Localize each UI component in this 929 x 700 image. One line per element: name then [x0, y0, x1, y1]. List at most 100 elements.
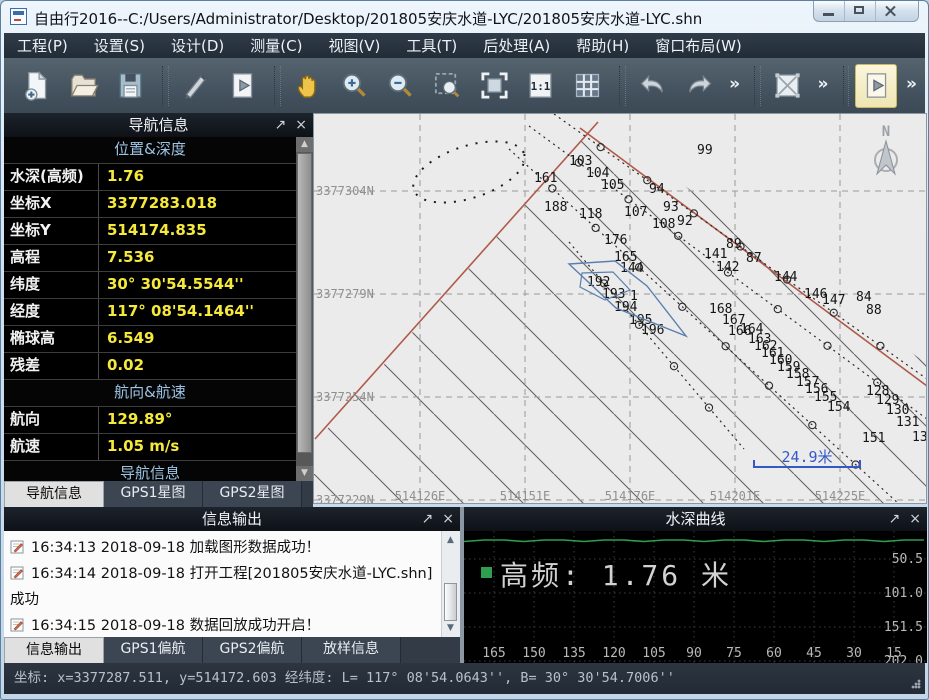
chart-y-tick: 101.0 [884, 586, 923, 601]
playback-button[interactable] [221, 64, 263, 108]
open-project-button[interactable] [63, 64, 105, 108]
nav-tab[interactable]: GPS1星图 [104, 481, 203, 507]
track-point-label: 88 [866, 303, 882, 318]
track-point-label: 142 [716, 260, 739, 275]
depth-legend-label: 高频: 1.76 米 [500, 559, 732, 592]
log-entry-text: 16:34:13 2018-09-18 加载图形数据成功！ [31, 540, 320, 556]
north-arrow-icon: N [875, 124, 897, 174]
track-point-label: 147 [822, 293, 845, 308]
menu-item-2[interactable]: 设计(D) [158, 35, 237, 56]
zoom-in-button[interactable] [333, 64, 375, 108]
northing-label: 3377279N [316, 287, 374, 301]
scroll-down-icon[interactable]: ▼ [444, 621, 457, 635]
scroll-down-icon[interactable]: ▼ [296, 466, 313, 481]
nav-scrollbar[interactable]: ▲ ▼ [296, 137, 313, 481]
menu-item-7[interactable]: 帮助(H) [563, 35, 642, 56]
menu-item-1[interactable]: 设置(S) [81, 35, 158, 56]
nav-label: 椭球高 [4, 326, 99, 352]
nav-value: 30° 30'54.5544'' [99, 272, 296, 298]
playback-icon [227, 70, 258, 101]
depth-chart-canvas[interactable]: 16515013512010590756045301550.5101.0151.… [464, 531, 927, 663]
nav-tab[interactable]: GPS2星图 [203, 481, 302, 507]
chart-y-tick: 202.0 [884, 654, 923, 663]
pan-button[interactable] [287, 64, 329, 108]
chart-x-tick: 105 [642, 646, 665, 661]
playback-active-button[interactable] [855, 64, 897, 108]
nav-tab[interactable]: 导航信息 [4, 481, 104, 508]
close-panel-icon[interactable]: × [295, 113, 307, 137]
menu-item-3[interactable]: 测量(C) [237, 35, 315, 56]
popout-icon[interactable]: ↗ [422, 507, 434, 531]
popout-icon[interactable]: ↗ [889, 507, 901, 531]
menu-item-0[interactable]: 工程(P) [4, 35, 81, 56]
zoom-window-button[interactable] [427, 64, 469, 108]
draw-tool-button[interactable] [175, 64, 217, 108]
one-to-one-icon: 1:1 [525, 70, 556, 101]
overflow-chevron-icon[interactable]: » [818, 74, 829, 94]
scroll-up-icon[interactable]: ▲ [444, 533, 457, 547]
maximize-icon [854, 6, 864, 14]
nav-section-header: 导航信息 [4, 461, 296, 481]
overflow-chevron-icon[interactable]: » [906, 74, 917, 94]
toolbar-separator [843, 66, 850, 106]
log-tab[interactable]: GPS1偏航 [104, 637, 203, 663]
menu-item-5[interactable]: 工具(T) [393, 35, 470, 56]
log-tab[interactable]: 放样信息 [302, 637, 401, 663]
pan-icon [292, 70, 323, 101]
one-to-one-button[interactable]: 1:1 [520, 64, 562, 108]
log-panel-title: 信息输出 [4, 507, 460, 531]
track-point-label: 87 [746, 251, 762, 266]
fit-view-button[interactable] [473, 64, 515, 108]
save-button[interactable] [109, 64, 151, 108]
title-bar[interactable]: 自由行2016--C:/Users/Administrator/Desktop/… [1, 1, 928, 33]
close-panel-icon[interactable]: × [442, 507, 454, 531]
redo-button[interactable] [679, 64, 721, 108]
map-view[interactable]: 9910310410594931071089216118811817616514… [313, 113, 927, 504]
menu-item-8[interactable]: 窗口布局(W) [642, 35, 755, 56]
popout-icon[interactable]: ↗ [275, 113, 287, 137]
scroll-up-icon[interactable]: ▲ [296, 137, 313, 152]
track-point-label: 176 [604, 233, 627, 248]
nav-label: 纬度 [4, 272, 99, 298]
log-scrollbar-thumb[interactable] [444, 583, 457, 621]
menu-item-4[interactable]: 视图(V) [315, 35, 393, 56]
menu-bar: 工程(P)设置(S)设计(D)测量(C)视图(V)工具(T)后处理(A)帮助(H… [4, 33, 925, 58]
new-file-button[interactable] [16, 64, 58, 108]
nav-value: 129.89° [99, 407, 296, 433]
log-scrollbar[interactable]: ▲ ▼ [441, 531, 460, 637]
track-point-label: 99 [697, 143, 713, 158]
grid-button[interactable] [567, 64, 609, 108]
nav-scrollbar-thumb[interactable] [297, 153, 312, 453]
track-point-label: 161 [534, 171, 557, 186]
minimize-button[interactable] [814, 1, 844, 21]
nav-value: 7.536 [99, 245, 296, 271]
svg-text:24.9米: 24.9米 [781, 448, 832, 466]
toolbar-separator [162, 66, 169, 106]
map-canvas[interactable]: 9910310410594931071089216118811817616514… [314, 114, 926, 503]
track-point-label: 93 [663, 200, 679, 215]
overflow-chevron-icon[interactable]: » [729, 74, 740, 94]
maximize-button[interactable] [844, 1, 875, 21]
nav-label: 坐标X [4, 191, 99, 217]
depth-chart[interactable]: 16515013512010590756045301550.5101.0151.… [464, 531, 927, 663]
log-output: 16:34:13 2018-09-18 加载图形数据成功！16:34:14 20… [4, 531, 460, 637]
zoom-out-button[interactable] [380, 64, 422, 108]
toolbar-separator [754, 66, 761, 106]
track-point-label: 151 [862, 431, 885, 446]
svg-text:N: N [882, 124, 890, 140]
full-extent-button[interactable] [767, 64, 809, 108]
nav-label: 高程 [4, 245, 99, 271]
undo-button[interactable] [632, 64, 674, 108]
log-tab[interactable]: GPS2偏航 [203, 637, 302, 663]
chart-panel-title: 水深曲线 [464, 507, 927, 531]
resize-grip-icon[interactable] [911, 679, 921, 689]
app-icon [10, 8, 27, 25]
playback-active-icon [861, 70, 892, 101]
close-panel-icon[interactable]: × [909, 507, 921, 531]
nav-row: 残差0.02 [4, 353, 296, 380]
menu-item-6[interactable]: 后处理(A) [470, 35, 563, 56]
chart-y-tick: 151.5 [884, 620, 923, 635]
log-tab[interactable]: 信息输出 [4, 637, 104, 664]
navigation-panel-title: 导航信息 [4, 113, 313, 137]
close-button[interactable] [875, 1, 918, 21]
